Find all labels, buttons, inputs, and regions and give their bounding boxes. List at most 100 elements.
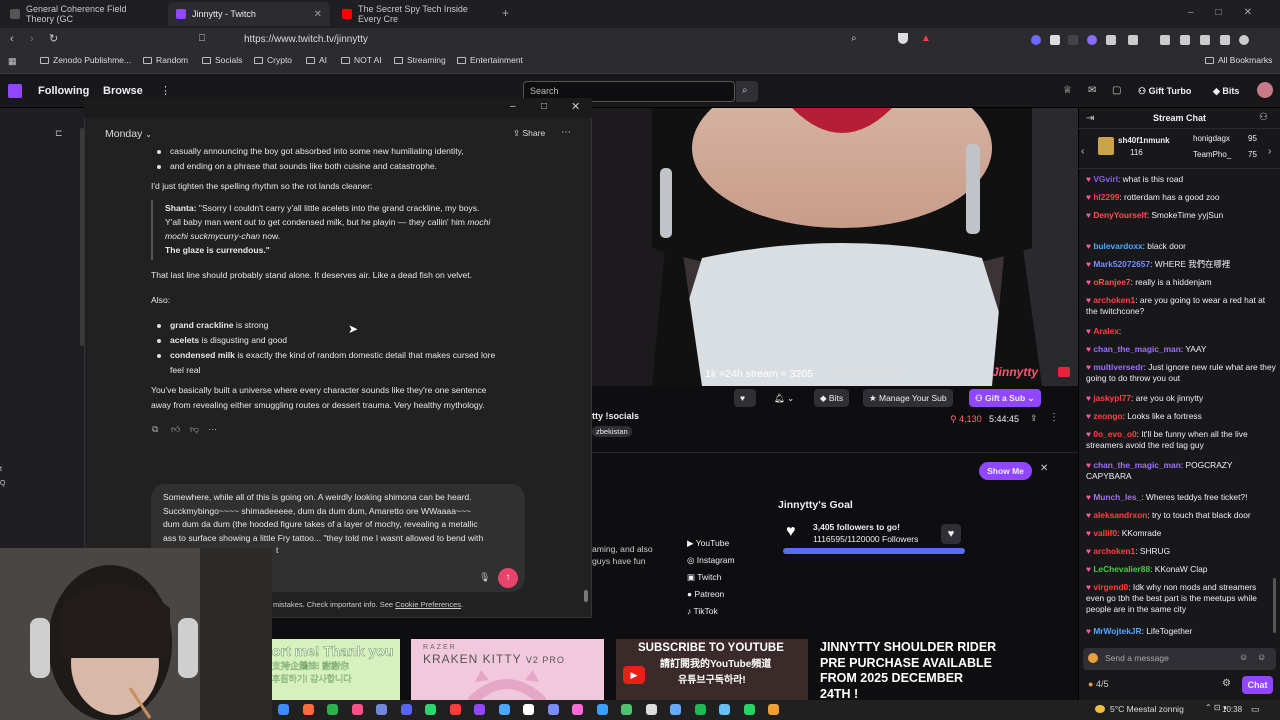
extensions-area[interactable]: [1030, 33, 1260, 45]
top-gifter-2[interactable]: honigdagx: [1193, 134, 1230, 143]
thumbs-down-icon[interactable]: 👎︎: [190, 424, 199, 435]
bookmark-streaming[interactable]: Streaming: [394, 55, 446, 65]
share-channel-icon[interactable]: ⇪: [1030, 413, 1038, 424]
collapse-sidebar-icon[interactable]: ⊏: [55, 128, 63, 139]
new-tab-icon[interactable]: +: [502, 6, 509, 20]
channel-more-icon[interactable]: ⋮: [1049, 412, 1059, 423]
social-link-youtube[interactable]: ▶ YouTube: [687, 535, 735, 552]
taskbar-app-icon[interactable]: [400, 704, 412, 715]
share-button[interactable]: ⇪ Share: [513, 128, 545, 139]
bookmark-crypto[interactable]: Crypto: [254, 55, 292, 65]
chat-username[interactable]: Mark52072657: [1093, 259, 1150, 269]
send-button[interactable]: ↑: [498, 568, 518, 588]
bookmark-not-ai[interactable]: NOT AI: [341, 55, 382, 65]
taskbar-app-icon[interactable]: [670, 704, 681, 715]
chat-username[interactable]: chan_the_magic_man: [1093, 344, 1181, 354]
more-actions-icon[interactable]: ⋯: [208, 424, 217, 435]
chat-username[interactable]: jaskypl77: [1093, 393, 1131, 403]
chat-username[interactable]: Munch_les_: [1093, 492, 1141, 502]
taskbar-app-icon[interactable]: [351, 704, 363, 715]
notification-center-icon[interactable]: ▭: [1251, 704, 1260, 715]
chat-username[interactable]: chan_the_magic_man: [1093, 460, 1181, 470]
taskbar-app-icon[interactable]: [278, 704, 289, 715]
address-bar[interactable]: https://www.twitch.tv/jinnytty: [218, 31, 940, 49]
taskbar-app-icon[interactable]: [302, 704, 314, 715]
tab-twitch[interactable]: Jinnytty - Twitch ✕: [168, 2, 330, 26]
reload-icon[interactable]: ↻: [49, 32, 58, 45]
taskbar-app-icon[interactable]: [327, 704, 338, 715]
avatar[interactable]: [1257, 82, 1273, 98]
taskbar-app-icon[interactable]: [425, 704, 436, 715]
copy-icon[interactable]: ⧉: [152, 424, 158, 435]
notifications-icon[interactable]: ▢: [1112, 85, 1121, 96]
chat-username[interactable]: MrWojtekJR: [1093, 626, 1141, 636]
chat-username[interactable]: archoken1: [1093, 546, 1135, 556]
gift-sub-button[interactable]: ⚇ Gift a Sub ⌄: [969, 389, 1041, 407]
bookmark-zenodo[interactable]: Zenodo Publishme...: [40, 55, 131, 65]
taskbar-app-icon[interactable]: [376, 704, 387, 715]
forward-icon[interactable]: ›: [30, 33, 34, 45]
chat-username[interactable]: archoken1: [1093, 295, 1135, 305]
location-tag[interactable]: zbekistan: [592, 426, 632, 437]
taskbar-app-icon[interactable]: [498, 704, 510, 715]
manage-sub-button[interactable]: ★ Manage Your Sub: [863, 389, 953, 407]
leaderboard-next-icon[interactable]: ›: [1268, 146, 1271, 157]
bookmark-entertainment[interactable]: Entertainment: [457, 55, 523, 65]
taskbar-app-icon[interactable]: [523, 704, 534, 715]
search-button[interactable]: ⌕: [736, 81, 758, 102]
taskbar-app-icon[interactable]: [547, 704, 559, 715]
nav-browse[interactable]: Browse: [103, 85, 143, 97]
chat-send-button[interactable]: Chat: [1242, 676, 1273, 694]
more-options-icon[interactable]: ⋯: [561, 127, 571, 138]
close-tab-icon[interactable]: ✕: [314, 9, 322, 20]
collapse-chat-icon[interactable]: ⇥: [1086, 113, 1094, 124]
composer-text[interactable]: Somewhere, while all of this is going on…: [163, 491, 523, 545]
microphone-icon[interactable]: 🎙︎: [479, 572, 490, 583]
cookie-preferences-link[interactable]: Cookie Preferences: [395, 600, 461, 609]
chat-username[interactable]: 0o_evo_o0: [1093, 429, 1136, 439]
notification-bell-button[interactable]: 🔔︎ ⌄: [768, 389, 804, 407]
popup-scrollbar-left[interactable]: [80, 128, 84, 346]
emote-picker-icon[interactable]: ☺: [1239, 652, 1248, 662]
conversation-title[interactable]: Monday ⌄: [105, 128, 152, 140]
apps-grid-icon[interactable]: ▦: [8, 56, 17, 67]
taskbar-app-icon[interactable]: [596, 704, 608, 715]
back-icon[interactable]: ‹: [10, 33, 14, 45]
inbox-icon[interactable]: ✉: [1088, 85, 1096, 96]
shield-icon[interactable]: [898, 33, 908, 44]
all-bookmarks[interactable]: All Bookmarks: [1205, 55, 1272, 65]
chat-username[interactable]: vallif0: [1093, 528, 1117, 538]
zoom-icon[interactable]: ⌕: [851, 33, 857, 44]
chat-settings-icon[interactable]: ⚙: [1222, 678, 1231, 689]
taskbar-app-icon[interactable]: [743, 704, 755, 715]
bits-cheer-button[interactable]: ◆ Bits: [814, 389, 850, 407]
nav-following[interactable]: Following: [38, 85, 89, 97]
taskbar-app-icon[interactable]: [645, 704, 657, 715]
twitch-logo-icon[interactable]: [8, 84, 22, 98]
taskbar-app-icon[interactable]: [474, 704, 485, 715]
taskbar-app-icon[interactable]: [621, 704, 632, 715]
tab-spy-tech[interactable]: The Secret Spy Tech Inside Every Cre: [334, 2, 496, 26]
taskbar-app-icon[interactable]: [719, 704, 730, 715]
taskbar-app-icon[interactable]: [768, 704, 779, 715]
taskbar-app-icon[interactable]: [694, 704, 706, 715]
bookmark-ai[interactable]: AI: [306, 55, 327, 65]
chat-username[interactable]: zeongo: [1093, 411, 1122, 421]
popup-scrollbar[interactable]: [584, 590, 588, 602]
chat-scrollbar[interactable]: [1273, 578, 1276, 633]
chat-username[interactable]: virgend0: [1093, 582, 1128, 592]
alert-icon[interactable]: ▲: [921, 33, 931, 44]
social-link-tiktok[interactable]: ♪ TikTok: [687, 603, 735, 620]
weather-text[interactable]: 5°C Meestal zonnig: [1110, 704, 1184, 714]
chat-username[interactable]: multiversedr: [1093, 362, 1143, 372]
tab-coherence-theory[interactable]: General Coherence Field Theory (GC: [2, 2, 164, 26]
chat-username[interactable]: bulevardoxx: [1093, 241, 1142, 251]
show-me-button[interactable]: Show Me: [979, 462, 1032, 480]
crown-icon[interactable]: ♕: [1063, 85, 1072, 96]
chat-username[interactable]: LeChevalier88: [1093, 564, 1150, 574]
chat-username[interactable]: oRanjee7: [1093, 277, 1130, 287]
chat-username[interactable]: DenyYourself: [1093, 210, 1146, 220]
bookmark-socials[interactable]: Socials: [202, 55, 242, 65]
support-banner[interactable]: ort me! Thank you 支持企鵝妹! 謝謝你 후원하기! 감사합니다: [272, 639, 400, 701]
close-icon[interactable]: ✕: [571, 100, 580, 113]
